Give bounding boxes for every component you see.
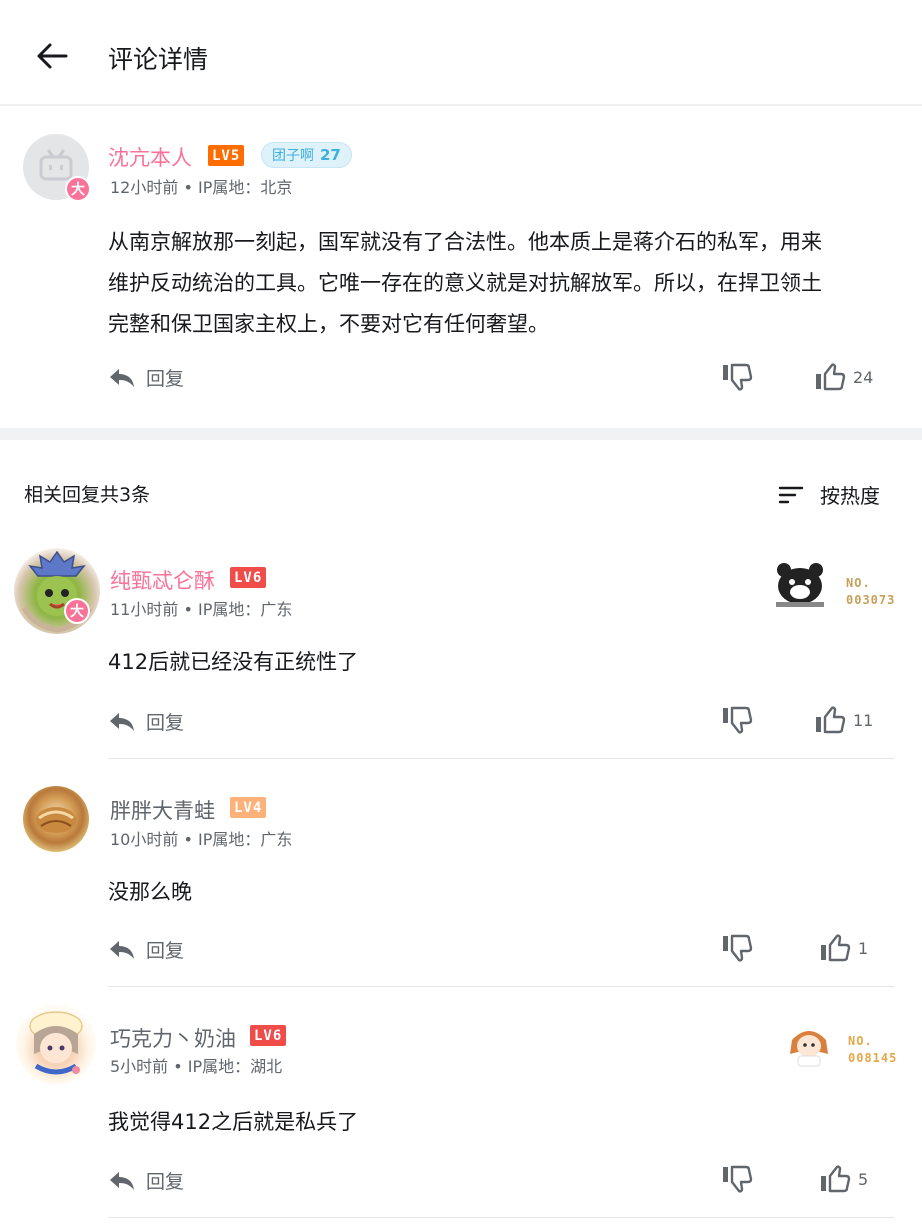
avatar[interactable] bbox=[23, 786, 89, 852]
sort-lines-icon bbox=[778, 486, 804, 503]
like-button[interactable]: 11 bbox=[813, 705, 873, 735]
username[interactable]: 纯甄忒仑酥 bbox=[110, 565, 215, 595]
fan-medal-name: 团子啊 bbox=[272, 148, 314, 164]
comment-meta: 12小时前 • IP属地：北京 bbox=[110, 178, 293, 197]
like-button[interactable]: 1 bbox=[818, 933, 868, 963]
anime-girl-avatar-icon bbox=[29, 1011, 83, 1075]
reply-divider bbox=[108, 758, 894, 759]
section-separator bbox=[0, 428, 922, 440]
reply-arrow-icon bbox=[110, 712, 134, 731]
like-count: 5 bbox=[858, 1169, 869, 1189]
back-arrow-icon[interactable] bbox=[32, 36, 72, 76]
fan-medal: 团子啊 27 bbox=[261, 142, 352, 168]
reply-button[interactable]: 回复 bbox=[108, 364, 184, 391]
reply-divider bbox=[108, 1217, 894, 1218]
content-line: 完整和保卫国家主权上，不要对它有任何奢望。 bbox=[108, 312, 549, 336]
dislike-button[interactable] bbox=[720, 933, 754, 963]
collectible-badge bbox=[772, 562, 828, 612]
reply-label: 回复 bbox=[146, 712, 185, 734]
cat-avatar-frame-icon bbox=[21, 550, 93, 633]
reply-label: 回复 bbox=[146, 368, 185, 390]
replies-count-title: 相关回复共3条 bbox=[24, 484, 151, 506]
reply-arrow-icon bbox=[110, 1171, 134, 1190]
comment-meta: 10小时前 • IP属地：广东 bbox=[110, 830, 293, 849]
thumbs-up-icon bbox=[821, 934, 851, 962]
level-badge: LV6 bbox=[250, 1025, 287, 1046]
thumbs-down-icon bbox=[723, 1165, 753, 1193]
level-badge: LV4 bbox=[230, 797, 267, 818]
comment-meta: 5小时前 • IP属地：湖北 bbox=[110, 1057, 283, 1076]
comment-content: 没那么晚 bbox=[108, 880, 192, 904]
food-photo-icon bbox=[36, 807, 76, 833]
thumbs-up-icon bbox=[816, 706, 846, 734]
chibi-girl-icon bbox=[790, 1031, 828, 1067]
collectible-number: NO. 003073 bbox=[846, 575, 895, 609]
collectible-no-label: NO. bbox=[848, 1034, 873, 1048]
username[interactable]: 沈亢本人 bbox=[108, 142, 192, 172]
dislike-button[interactable] bbox=[720, 705, 754, 735]
collectible-no-value: 003073 bbox=[846, 593, 896, 607]
page-title: 评论详情 bbox=[108, 45, 209, 74]
like-count: 24 bbox=[853, 367, 874, 387]
collectible-number: NO. 008145 bbox=[848, 1033, 897, 1067]
collectible-no-label: NO. bbox=[846, 576, 871, 590]
like-button[interactable]: 24 bbox=[813, 362, 873, 392]
collectible-no-value: 008145 bbox=[848, 1051, 898, 1065]
username[interactable]: 巧克力丶奶油 bbox=[110, 1023, 236, 1053]
vip-badge: 大 bbox=[65, 176, 91, 202]
thumbs-down-icon bbox=[723, 363, 753, 391]
sort-button[interactable]: 按热度 bbox=[778, 480, 880, 509]
comment-content: 412后就已经没有正统性了 bbox=[108, 650, 359, 674]
thumbs-down-icon bbox=[723, 706, 753, 734]
level-badge: LV5 bbox=[208, 145, 245, 166]
reply-arrow-icon bbox=[110, 940, 134, 959]
vip-badge: 大 bbox=[64, 598, 90, 624]
dislike-button[interactable] bbox=[720, 362, 754, 392]
thumbs-up-icon bbox=[816, 363, 846, 391]
dislike-button[interactable] bbox=[720, 1164, 754, 1194]
reply-label: 回复 bbox=[146, 940, 185, 962]
avatar[interactable]: 大 bbox=[14, 548, 100, 634]
like-button[interactable]: 5 bbox=[818, 1164, 868, 1194]
reply-arrow-icon bbox=[110, 368, 134, 387]
collectible-badge bbox=[784, 1020, 834, 1072]
content-line: 维护反动统治的工具。它唯一存在的意义就是对抗解放军。所以，在捍卫领土 bbox=[108, 271, 822, 295]
username[interactable]: 胖胖大青蛙 bbox=[110, 795, 215, 825]
reply-button[interactable]: 回复 bbox=[108, 936, 184, 963]
avatar[interactable] bbox=[16, 1004, 96, 1084]
comment-meta: 11小时前 • IP属地：广东 bbox=[110, 600, 293, 619]
reply-divider bbox=[108, 986, 894, 987]
thumbs-down-icon bbox=[723, 934, 753, 962]
level-badge: LV6 bbox=[230, 567, 267, 588]
comment-content: 从南京解放那一刻起，国军就没有了合法性。他本质上是蒋介石的私军，用来 维护反动统… bbox=[108, 222, 908, 345]
like-count: 1 bbox=[858, 938, 869, 958]
top-bar: 评论详情 bbox=[0, 0, 922, 106]
comment-content: 我觉得412之后就是私兵了 bbox=[108, 1110, 359, 1134]
avatar[interactable]: 大 bbox=[23, 134, 91, 202]
reply-button[interactable]: 回复 bbox=[108, 1167, 184, 1194]
fan-medal-level: 27 bbox=[320, 146, 341, 164]
reply-button[interactable]: 回复 bbox=[108, 708, 184, 735]
thumbs-up-icon bbox=[821, 1165, 851, 1193]
black-bear-icon bbox=[776, 563, 824, 607]
sort-label: 按热度 bbox=[820, 484, 880, 508]
reply-label: 回复 bbox=[146, 1171, 185, 1193]
content-line: 从南京解放那一刻起，国军就没有了合法性。他本质上是蒋介石的私军，用来 bbox=[108, 230, 822, 254]
like-count: 11 bbox=[853, 710, 874, 730]
